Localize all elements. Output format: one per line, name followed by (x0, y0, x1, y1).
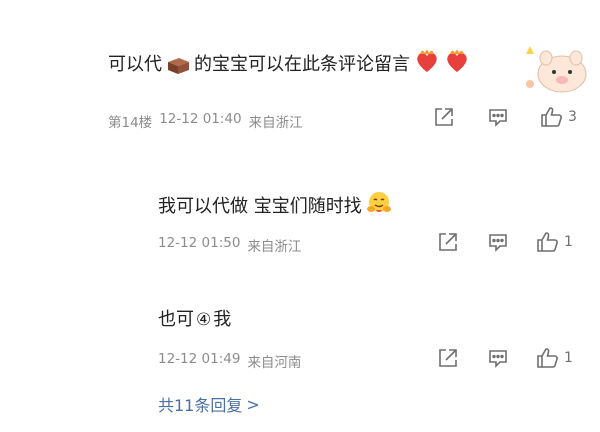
like-button[interactable]: 1 (536, 231, 573, 253)
comment-3-text-post: 我 (213, 309, 232, 330)
view-replies-link[interactable]: 共11条回复 > (158, 392, 260, 416)
comment-location: 来自浙江 (247, 239, 302, 255)
like-button[interactable]: 1 (536, 347, 573, 369)
comment-2-meta: 12-12 01:50 来自浙江 (158, 235, 301, 255)
comment-text-1: 可以代 的宝宝可以在此条评论留言 (108, 48, 470, 81)
comment-text-3: 也可 ④ 我 (158, 308, 231, 332)
comment-icon[interactable] (486, 347, 510, 369)
floor-label: 第14楼 (108, 115, 153, 131)
comment-1-text-post: 的宝宝可以在此条评论留言 (194, 53, 410, 75)
heart-fire-emoji-icon (414, 48, 440, 81)
share-icon[interactable] (432, 106, 456, 128)
share-icon[interactable] (436, 231, 460, 253)
comment-time: 12-12 01:40 (159, 111, 242, 127)
comment-icon[interactable] (486, 106, 510, 128)
like-button[interactable]: 3 (540, 106, 577, 128)
brick-emoji-icon (165, 54, 191, 76)
piggy-sticker-icon (522, 44, 592, 98)
like-count: 3 (568, 109, 577, 125)
like-icon (541, 107, 562, 127)
comment-1-text-pre: 可以代 (108, 53, 162, 75)
comment-text-2: 我可以代做 宝宝们随时找 (158, 190, 392, 223)
replies-label: 共11条回复 (158, 396, 243, 415)
share-icon[interactable] (436, 347, 460, 369)
hug-face-emoji-icon (366, 190, 392, 223)
heart-fire-emoji-icon-2 (444, 48, 470, 81)
comment-time: 12-12 01:50 (158, 235, 241, 251)
chevron-right-icon: > (246, 394, 260, 414)
like-count: 1 (564, 234, 573, 250)
comment-3-actions: 1 (436, 347, 573, 369)
comment-3-text-pre: 也可 (158, 309, 194, 330)
comment-2-text: 我可以代做 宝宝们随时找 (158, 195, 362, 217)
like-icon (537, 348, 558, 368)
comment-1-actions: 3 (432, 106, 577, 128)
comment-icon[interactable] (486, 231, 510, 253)
comment-location: 来自浙江 (248, 115, 303, 131)
comment-location: 来自河南 (247, 355, 302, 371)
like-count: 1 (564, 350, 573, 366)
like-icon (537, 232, 558, 252)
circled-number: ④ (196, 310, 212, 330)
comment-1-meta: 第14楼 12-12 01:40 来自浙江 (108, 111, 303, 131)
comment-2-actions: 1 (436, 231, 573, 253)
comment-3-meta: 12-12 01:49 来自河南 (158, 351, 301, 371)
comment-time: 12-12 01:49 (158, 351, 241, 367)
